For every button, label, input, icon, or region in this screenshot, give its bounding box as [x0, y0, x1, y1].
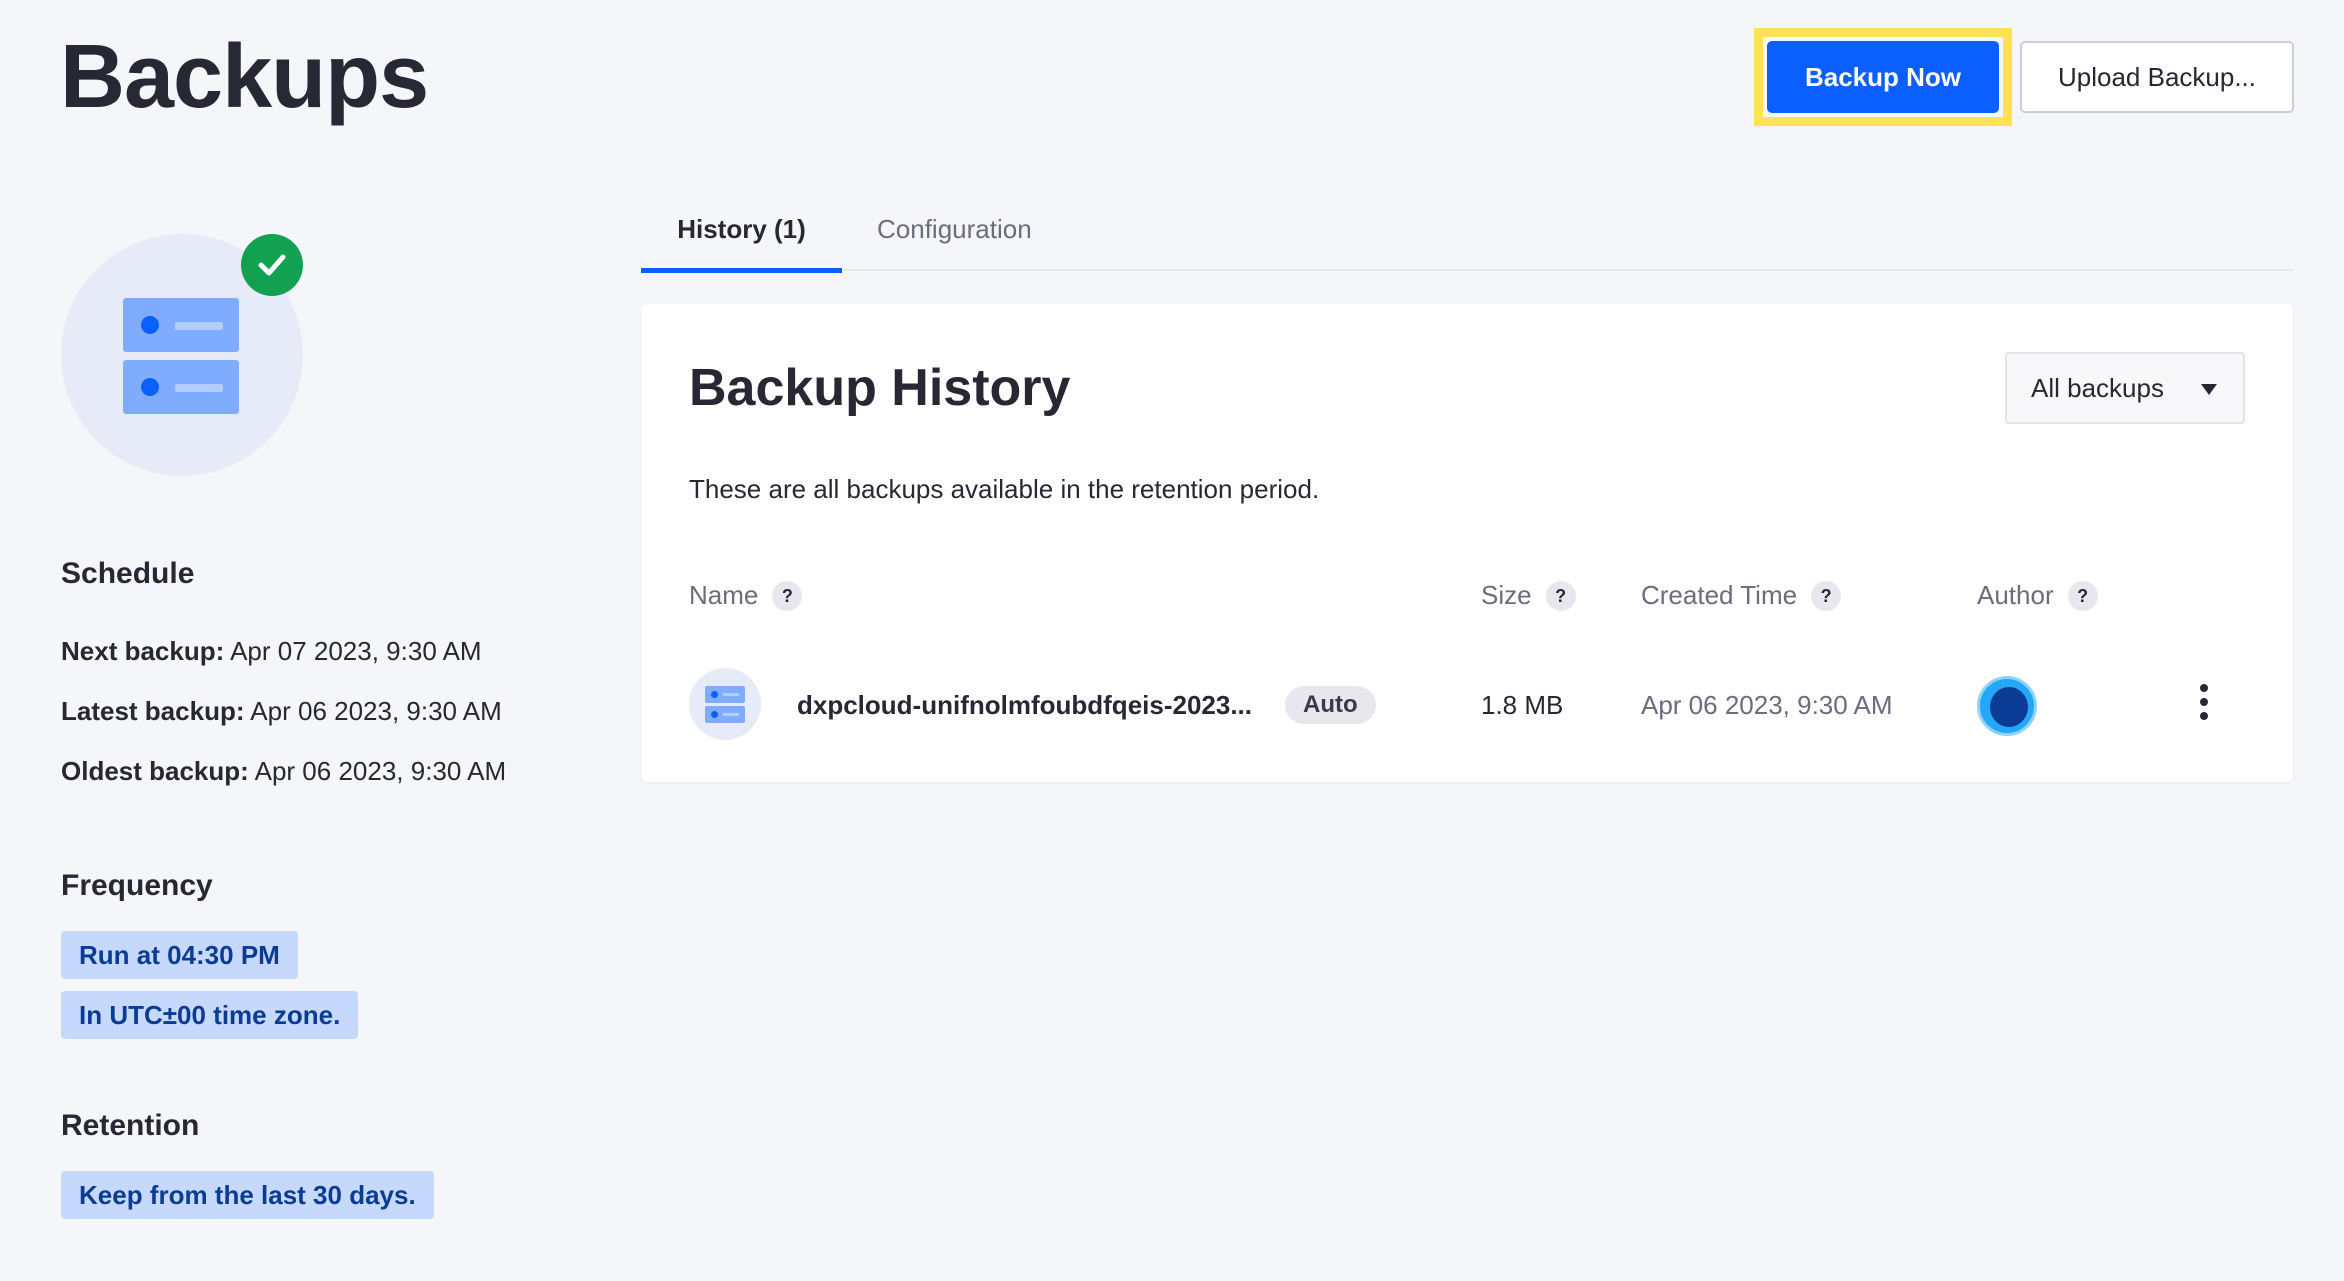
frequency-run-chip: Run at 04:30 PM: [61, 931, 298, 979]
next-backup-value: Apr 07 2023, 9:30 AM: [230, 636, 482, 666]
retention-title: Retention: [61, 1109, 200, 1142]
frequency-title: Frequency: [61, 869, 213, 902]
server-icon: [123, 298, 239, 352]
tab-configuration[interactable]: Configuration: [877, 200, 1032, 271]
retention-chip: Keep from the last 30 days.: [61, 1171, 434, 1219]
check-icon: [241, 234, 303, 296]
latest-backup: Latest backup: Apr 06 2023, 9:30 AM: [61, 696, 502, 727]
help-icon[interactable]: ?: [2067, 580, 2098, 611]
caret-down-icon: [2201, 384, 2217, 395]
column-header-size: Size ?: [1481, 580, 1576, 611]
auto-badge: Auto: [1285, 686, 1376, 724]
kebab-menu-icon[interactable]: [2192, 684, 2216, 732]
help-icon[interactable]: ?: [1811, 580, 1842, 611]
help-icon[interactable]: ?: [772, 580, 803, 611]
column-header-author: Author ?: [1977, 580, 2098, 611]
backup-filter-dropdown[interactable]: All backups: [2005, 352, 2245, 424]
backup-history-card: Backup History All backups These are all…: [641, 304, 2293, 782]
backup-history-title: Backup History: [689, 359, 1071, 417]
upload-backup-button[interactable]: Upload Backup...: [2020, 41, 2294, 113]
help-icon[interactable]: ?: [1545, 580, 1576, 611]
next-backup-label: Next backup:: [61, 636, 225, 666]
backup-size: 1.8 MB: [1481, 690, 1564, 720]
author-avatar: [1977, 676, 2037, 736]
backup-server-icon: [689, 668, 761, 740]
page-title: Backups: [60, 27, 429, 127]
tab-history[interactable]: History (1): [641, 200, 842, 273]
column-name-label: Name: [689, 580, 759, 610]
frequency-timezone-chip: In UTC±00 time zone.: [61, 991, 359, 1039]
column-header-name: Name ?: [689, 580, 803, 611]
backup-now-highlight: Backup Now: [1754, 28, 2012, 126]
tab-bar: History (1) Configuration: [641, 200, 2293, 273]
column-header-created: Created Time ?: [1641, 580, 1842, 611]
column-created-label: Created Time: [1641, 580, 1798, 610]
filter-value: All backups: [2031, 373, 2164, 403]
column-size-label: Size: [1481, 580, 1532, 610]
schedule-title: Schedule: [61, 557, 195, 590]
column-author-label: Author: [1977, 580, 2054, 610]
server-icon: [123, 360, 239, 414]
next-backup: Next backup: Apr 07 2023, 9:30 AM: [61, 636, 482, 667]
backup-history-description: These are all backups available in the r…: [689, 474, 1320, 504]
oldest-backup: Oldest backup: Apr 06 2023, 9:30 AM: [61, 756, 506, 787]
backup-status-illustration: [61, 234, 303, 476]
latest-backup-label: Latest backup:: [61, 696, 245, 726]
backup-created-time: Apr 06 2023, 9:30 AM: [1641, 690, 1893, 720]
backup-name-link[interactable]: dxpcloud-unifnolmfoubdfqeis-2023...: [797, 690, 1252, 721]
backup-now-button[interactable]: Backup Now: [1767, 41, 1999, 113]
header-actions: Backup Now Upload Backup...: [1754, 28, 2294, 126]
latest-backup-value: Apr 06 2023, 9:30 AM: [250, 696, 502, 726]
oldest-backup-value: Apr 06 2023, 9:30 AM: [254, 756, 507, 786]
oldest-backup-label: Oldest backup:: [61, 756, 249, 786]
